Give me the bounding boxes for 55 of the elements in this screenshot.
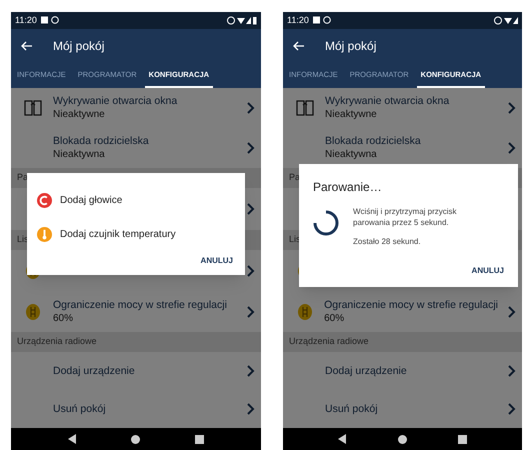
row-title: Usuń pokój xyxy=(53,402,107,416)
chevron-icon xyxy=(247,365,255,378)
section-header: Urządzenia radiowe xyxy=(283,332,522,352)
cancel-button[interactable]: ANULUJ xyxy=(472,265,504,278)
row-title: Ograniczenie mocy w strefie regulacji xyxy=(53,298,228,312)
screen-title: Mój pokój xyxy=(325,38,376,55)
chevron-icon xyxy=(247,142,255,154)
chevron-icon xyxy=(508,142,516,154)
window-icon xyxy=(24,100,42,116)
recents-icon[interactable] xyxy=(194,434,204,444)
remaining-time: Zostało 28 sekund. xyxy=(353,236,422,248)
notification-icons xyxy=(312,16,333,24)
chevron-icon xyxy=(247,203,255,216)
loading-spinner-icon xyxy=(313,210,339,236)
row-title: Blokada rodzicielska xyxy=(325,134,422,148)
chevron-icon xyxy=(247,265,255,278)
dialog-message: Wciśnij i przytrzymaj przycisk parowania przez 5 sekund. xyxy=(353,206,458,228)
back-icon[interactable] xyxy=(68,434,78,444)
valve-icon xyxy=(37,192,52,208)
home-icon[interactable] xyxy=(398,434,407,444)
row-value: Nieaktywna xyxy=(325,148,378,162)
recents-icon[interactable] xyxy=(458,434,467,444)
notification-icons xyxy=(40,16,61,24)
row-title: Wykrywanie otwarcia okna xyxy=(325,94,450,108)
row-title: Wykrywanie otwarcia okna xyxy=(53,94,178,108)
gauge-icon xyxy=(298,304,312,320)
row-value: Nieaktywne xyxy=(325,108,378,122)
chevron-icon xyxy=(508,365,516,378)
chevron-icon xyxy=(247,102,255,114)
row-title: Blokada rodzicielska xyxy=(53,134,150,148)
row-title: Dodaj urządzenie xyxy=(53,364,136,378)
chevron-icon xyxy=(508,403,516,416)
chevron-icon xyxy=(508,102,516,114)
section-header: Urządzenia radiowe xyxy=(11,332,261,352)
window-icon xyxy=(296,100,314,116)
back-arrow-icon[interactable] xyxy=(21,40,33,51)
status-time: 11:20 xyxy=(15,14,37,27)
row-value: Nieaktywna xyxy=(53,148,106,162)
home-icon[interactable] xyxy=(131,434,140,444)
status-time: 11:20 xyxy=(287,14,309,27)
row-title: Ograniczenie mocy w strefie regulacji xyxy=(324,298,498,312)
thermometer-icon xyxy=(37,226,52,242)
row-value: Nieaktywne xyxy=(53,108,106,122)
gauge-icon xyxy=(26,304,40,320)
row-title: Usuń pokój xyxy=(325,402,379,416)
row-value: 60% xyxy=(324,312,346,326)
cancel-button[interactable]: ANULUJ xyxy=(200,255,233,268)
back-icon[interactable] xyxy=(338,434,348,444)
chevron-icon xyxy=(247,306,255,318)
chevron-icon xyxy=(247,403,255,416)
row-title: Dodaj urządzenie xyxy=(325,364,408,378)
chevron-icon xyxy=(508,306,516,318)
screen-title: Mój pokój xyxy=(53,38,104,55)
back-arrow-icon[interactable] xyxy=(293,40,305,51)
row-value: 60% xyxy=(53,312,74,326)
